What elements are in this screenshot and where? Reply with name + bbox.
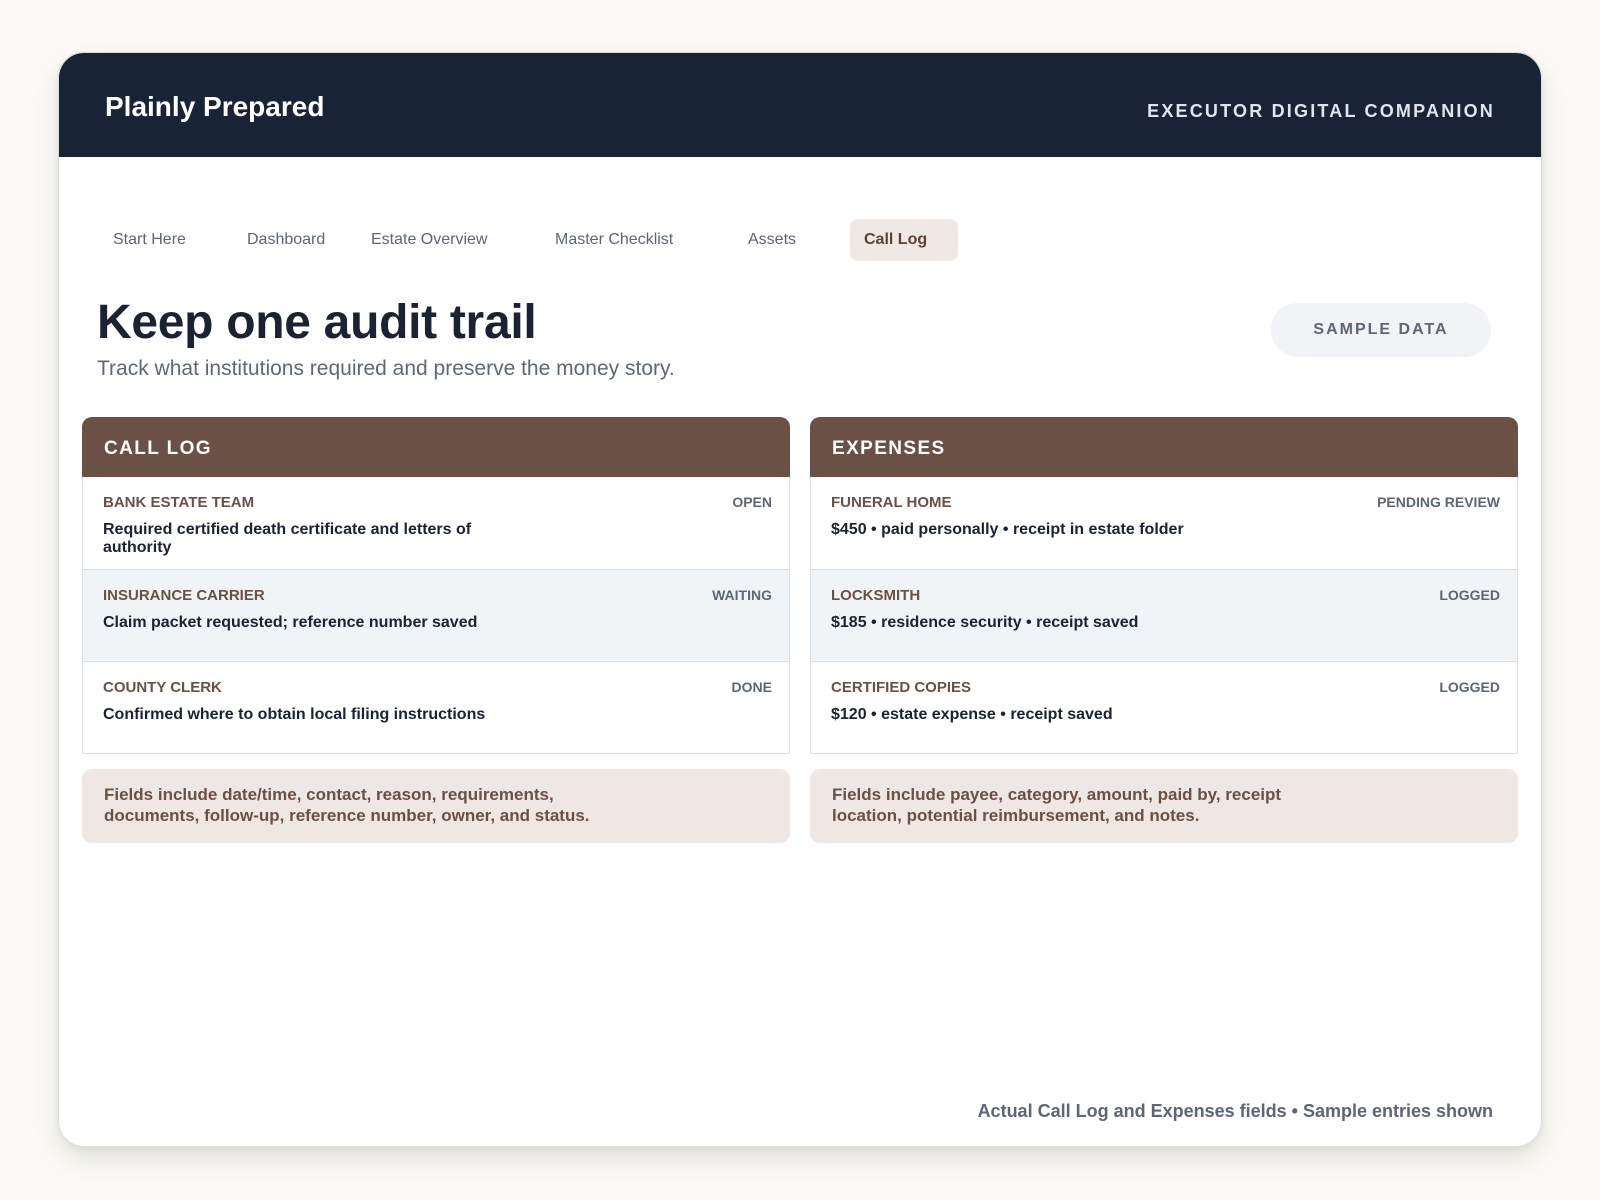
call-log-panel: CALL LOG BANK ESTATE TEAM OPEN Required … <box>82 417 790 754</box>
sample-data-badge: SAMPLE DATA <box>1271 303 1491 357</box>
expenses-panel: EXPENSES FUNERAL HOME PENDING REVIEW $45… <box>810 417 1518 754</box>
expense-row[interactable]: LOCKSMITH LOGGED $185 • residence securi… <box>811 569 1517 661</box>
expenses-fields-note: Fields include payee, category, amount, … <box>810 769 1518 843</box>
row-payee: CERTIFIED COPIES <box>831 679 972 696</box>
brand-name: Plainly Prepared <box>105 91 325 122</box>
page-title: Keep one audit trail <box>97 296 537 349</box>
row-description: $450 • paid personally • receipt in esta… <box>831 521 1184 538</box>
expense-row[interactable]: CERTIFIED COPIES LOGGED $120 • estate ex… <box>811 661 1517 753</box>
call-log-header: CALL LOG <box>82 417 790 477</box>
page-subtitle: Track what institutions required and pre… <box>97 357 675 380</box>
app-window: Plainly Prepared EXECUTOR DIGITAL COMPAN… <box>58 52 1542 1147</box>
row-description: $185 • residence security • receipt save… <box>831 614 1139 631</box>
status-badge: WAITING <box>712 587 772 603</box>
row-contact: BANK ESTATE TEAM <box>103 494 255 511</box>
status-badge: OPEN <box>732 494 772 510</box>
status-badge: PENDING REVIEW <box>1377 494 1500 510</box>
row-contact: COUNTY CLERK <box>103 679 222 696</box>
top-bar: Plainly Prepared EXECUTOR DIGITAL COMPAN… <box>59 53 1541 157</box>
row-description: Required certified death certificate and… <box>103 521 472 556</box>
tab-assets[interactable]: Assets <box>734 219 810 261</box>
call-log-list: BANK ESTATE TEAM OPEN Required certified… <box>82 477 790 754</box>
expenses-header: EXPENSES <box>810 417 1518 477</box>
call-log-row[interactable]: COUNTY CLERK DONE Confirmed where to obt… <box>83 661 789 753</box>
note-text: Fields include date/time, contact, reaso… <box>104 785 590 825</box>
row-description: Confirmed where to obtain local filing i… <box>103 706 486 723</box>
tab-master-checklist[interactable]: Master Checklist <box>541 219 687 261</box>
row-description: Claim packet requested; reference number… <box>103 614 478 631</box>
expense-row[interactable]: FUNERAL HOME PENDING REVIEW $450 • paid … <box>811 477 1517 569</box>
expenses-list: FUNERAL HOME PENDING REVIEW $450 • paid … <box>810 477 1518 754</box>
tab-start-here[interactable]: Start Here <box>99 219 200 261</box>
tab-dashboard[interactable]: Dashboard <box>233 219 339 261</box>
app-tagline: EXECUTOR DIGITAL COMPANION <box>1147 101 1495 121</box>
row-payee: FUNERAL HOME <box>831 494 952 511</box>
footer-note: Actual Call Log and Expenses fields • Sa… <box>977 1101 1493 1121</box>
call-log-row[interactable]: BANK ESTATE TEAM OPEN Required certified… <box>83 477 789 569</box>
tab-estate-overview[interactable]: Estate Overview <box>357 219 501 261</box>
status-badge: LOGGED <box>1439 587 1500 603</box>
row-payee: LOCKSMITH <box>831 587 921 604</box>
status-badge: DONE <box>731 679 772 695</box>
row-contact: INSURANCE CARRIER <box>103 587 265 604</box>
call-log-fields-note: Fields include date/time, contact, reaso… <box>82 769 790 843</box>
note-text: Fields include payee, category, amount, … <box>832 785 1282 825</box>
tab-call-log[interactable]: Call Log <box>850 219 958 261</box>
status-badge: LOGGED <box>1439 679 1500 695</box>
row-description: $120 • estate expense • receipt saved <box>831 706 1113 723</box>
call-log-row[interactable]: INSURANCE CARRIER WAITING Claim packet r… <box>83 569 789 661</box>
